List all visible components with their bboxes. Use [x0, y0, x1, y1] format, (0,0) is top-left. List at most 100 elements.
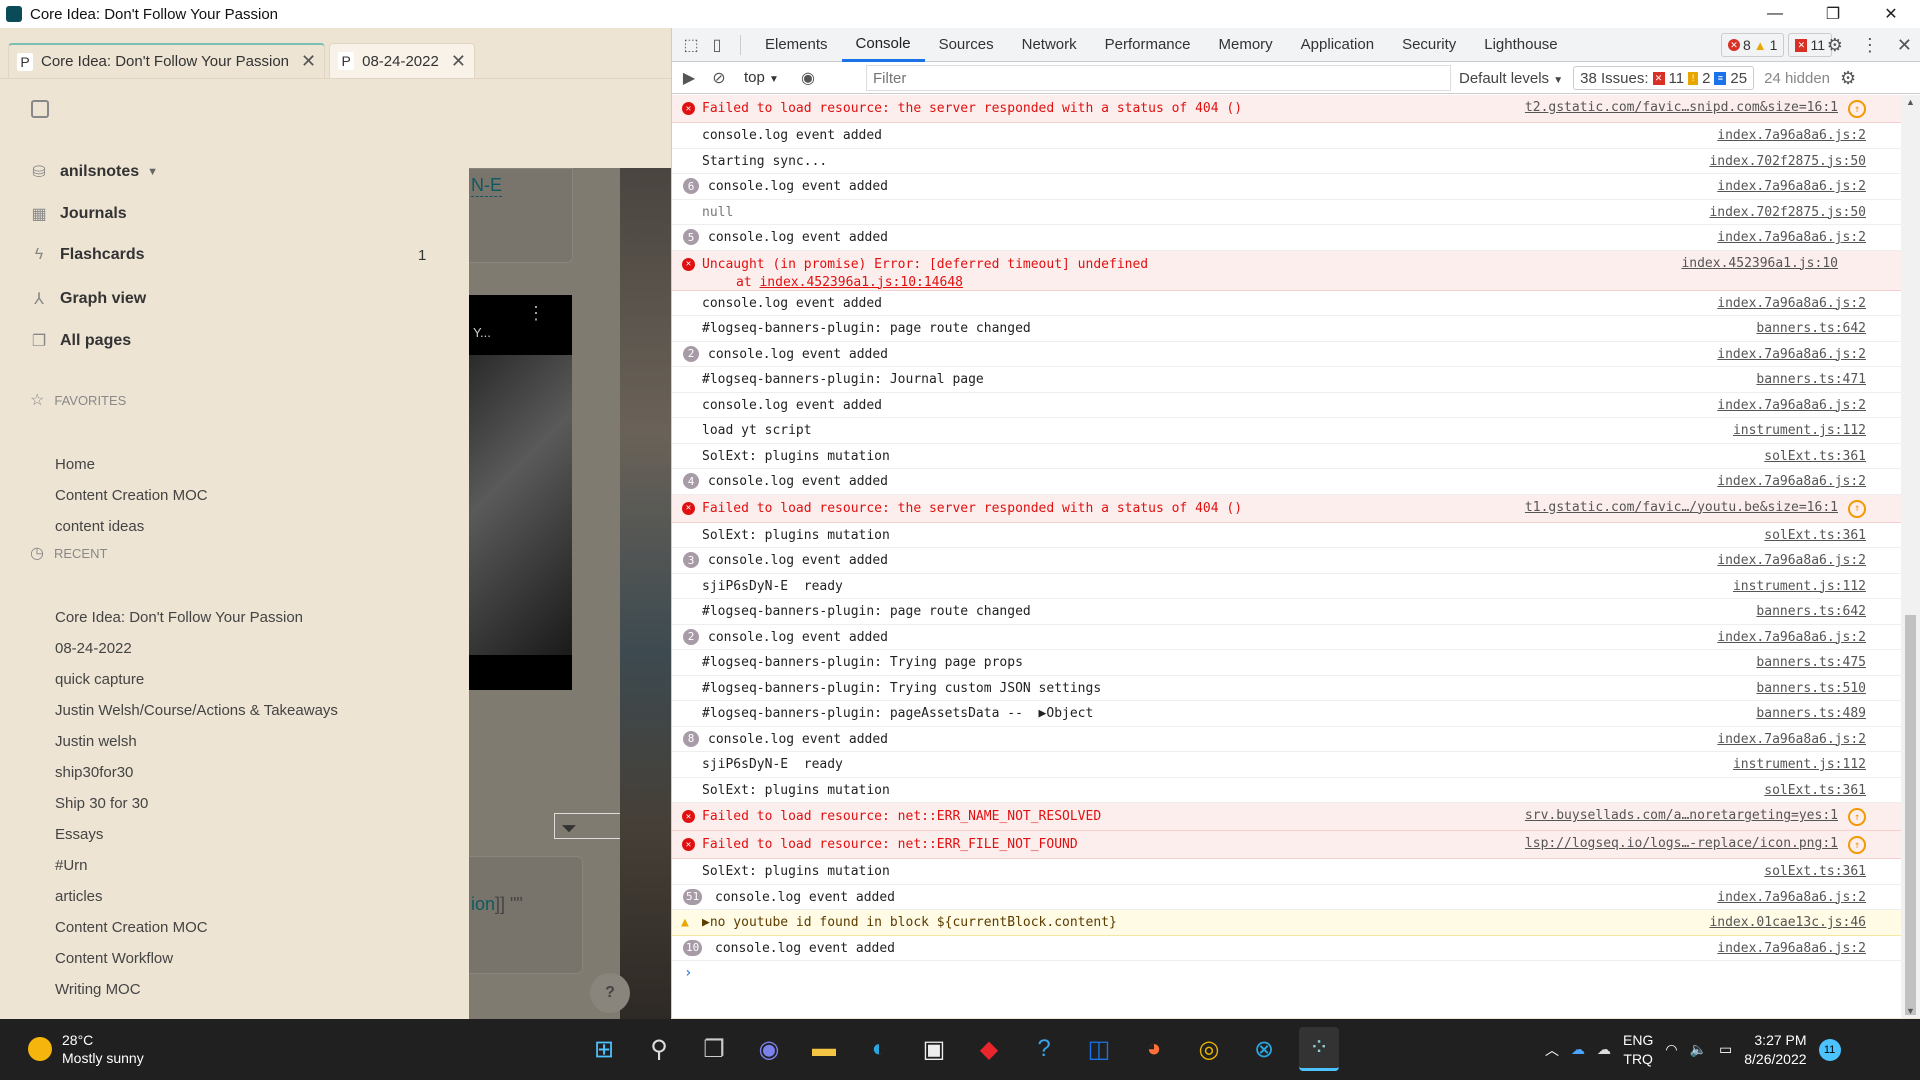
source-link[interactable]: banners.ts:510 [1756, 681, 1866, 696]
help-button[interactable]: ? [590, 973, 630, 1013]
source-link[interactable]: instrument.js:112 [1733, 757, 1866, 772]
scroll-up-icon[interactable]: ▲ [1906, 97, 1915, 107]
source-link[interactable]: solExt.ts:361 [1764, 864, 1866, 879]
source-link[interactable]: index.7a96a8a6.js:2 [1717, 890, 1866, 905]
more-menu-icon[interactable]: ⋮ [1861, 35, 1879, 56]
tab-memory[interactable]: Memory [1205, 28, 1287, 62]
favorite-item[interactable]: content ideas [55, 518, 144, 535]
tab-core-idea[interactable]: P Core Idea: Don't Follow Your Passion ✕ [8, 43, 326, 78]
tab-performance[interactable]: Performance [1091, 28, 1205, 62]
settings-gear-icon[interactable]: ⚙ [1827, 35, 1843, 56]
console-scrollbar[interactable]: ▲ ▼ [1901, 95, 1920, 1018]
device-toolbar-icon[interactable]: ▯ [704, 35, 730, 55]
outlook-icon[interactable]: ◫ [1079, 1027, 1119, 1071]
tab-network[interactable]: Network [1008, 28, 1091, 62]
source-link[interactable]: solExt.ts:361 [1764, 783, 1866, 798]
recent-item[interactable]: quick capture [55, 671, 144, 688]
sidebar-item-all-pages[interactable]: ❐ All pages [30, 331, 131, 351]
tab-sources[interactable]: Sources [925, 28, 1008, 62]
more-options-icon[interactable]: ⋮ [527, 303, 545, 324]
wifi-icon[interactable]: ◠ [1665, 1041, 1677, 1058]
start-icon[interactable]: ⊞ [584, 1027, 624, 1071]
onedrive-icon[interactable]: ☁ [1571, 1041, 1585, 1058]
battery-icon[interactable]: ▭ [1719, 1041, 1732, 1058]
teams-icon[interactable]: ◉ [749, 1027, 789, 1071]
recent-item[interactable]: Justin welsh [55, 733, 137, 750]
close-devtools-icon[interactable]: ✕ [1897, 35, 1912, 56]
source-link[interactable]: index.7a96a8a6.js:2 [1717, 347, 1866, 362]
recent-header[interactable]: ◷ RECENT [30, 543, 107, 563]
file-explorer-icon[interactable]: ▬ [804, 1027, 844, 1071]
favorite-item[interactable]: Content Creation MOC [55, 487, 208, 504]
tab-08-24-2022[interactable]: P 08-24-2022 ✕ [329, 43, 475, 78]
graph-selector[interactable]: ⛁ anilsnotes ▼ [30, 162, 158, 182]
recent-item[interactable]: #Urn [55, 857, 88, 874]
weather-widget[interactable]: 28°C Mostly sunny [28, 1031, 144, 1067]
network-request-icon[interactable]: ↑ [1848, 499, 1866, 518]
source-link[interactable]: index.7a96a8a6.js:2 [1717, 398, 1866, 413]
source-link[interactable]: banners.ts:642 [1756, 321, 1866, 336]
edge-icon[interactable]: ◐ [859, 1027, 899, 1071]
store-icon[interactable]: ▣ [914, 1027, 954, 1071]
source-link[interactable]: index.7a96a8a6.js:2 [1717, 941, 1866, 956]
app-help-icon[interactable]: ? [1024, 1027, 1064, 1071]
source-link[interactable]: lsp://logseq.io/logs…-replace/icon.png:1 [1525, 836, 1838, 851]
source-link[interactable]: index.7a96a8a6.js:2 [1717, 179, 1866, 194]
language-indicator[interactable]: ENG TRQ [1623, 1031, 1653, 1069]
source-link[interactable]: t2.gstatic.com/favic…snipd.com&size=16:1 [1525, 100, 1838, 115]
sidebar-toggle-icon[interactable] [31, 100, 49, 118]
source-link[interactable]: banners.ts:489 [1756, 706, 1866, 721]
favorite-item[interactable]: Home [55, 456, 95, 473]
clock[interactable]: 3:27 PM 8/26/2022 [1744, 1031, 1806, 1069]
chrome-icon[interactable]: ◎ [1189, 1027, 1229, 1071]
recent-item[interactable]: 08-24-2022 [55, 640, 132, 657]
source-link[interactable]: index.01cae13c.js:46 [1709, 915, 1866, 930]
clear-console-icon[interactable]: ⊘ [704, 68, 734, 88]
source-link[interactable]: srv.buysellads.com/a…noretargeting=yes:1 [1525, 808, 1838, 823]
app-blue-icon[interactable]: ⊗ [1244, 1027, 1284, 1071]
source-link[interactable]: index.7a96a8a6.js:2 [1717, 732, 1866, 747]
source-link[interactable]: index.7a96a8a6.js:2 [1717, 296, 1866, 311]
source-link[interactable]: solExt.ts:361 [1764, 528, 1866, 543]
recent-item[interactable]: Core Idea: Don't Follow Your Passion [55, 609, 303, 626]
show-hidden-icons-chevron-icon[interactable]: ︿ [1545, 1040, 1559, 1060]
source-link[interactable]: index.7a96a8a6.js:2 [1717, 630, 1866, 645]
tab-security[interactable]: Security [1388, 28, 1470, 62]
issues-badge[interactable]: ✕ 11 [1788, 33, 1832, 57]
scrollbar-thumb[interactable] [1905, 615, 1916, 1015]
tab-console[interactable]: Console [841, 28, 925, 62]
network-request-icon[interactable]: ↑ [1848, 100, 1866, 118]
source-link[interactable]: index.7a96a8a6.js:2 [1717, 128, 1866, 143]
source-link[interactable]: index.702f2875.js:50 [1709, 154, 1866, 169]
source-link[interactable]: solExt.ts:361 [1764, 449, 1866, 464]
source-link[interactable]: banners.ts:642 [1756, 604, 1866, 619]
source-link[interactable]: t1.gstatic.com/favic…/youtu.be&size=16:1 [1525, 500, 1838, 515]
close-tab-icon[interactable]: ✕ [451, 51, 466, 72]
logseq-icon[interactable]: ⁘ [1299, 1027, 1339, 1071]
task-view-icon[interactable]: ❐ [694, 1027, 734, 1071]
favorites-header[interactable]: ☆ FAVORITES [30, 390, 126, 410]
live-expression-eye-icon[interactable]: ◉ [793, 68, 823, 88]
cloud-icon[interactable]: ☁ [1597, 1041, 1611, 1058]
source-link[interactable]: banners.ts:471 [1756, 372, 1866, 387]
minimize-button[interactable]: — [1746, 0, 1804, 28]
sidebar-toggle-icon[interactable]: ▶ [674, 68, 704, 88]
source-link[interactable]: index.7a96a8a6.js:2 [1717, 553, 1866, 568]
restore-button[interactable]: ❐ [1804, 0, 1862, 28]
tab-lighthouse[interactable]: Lighthouse [1470, 28, 1571, 62]
source-link[interactable]: index.702f2875.js:50 [1709, 205, 1866, 220]
youtube-embed[interactable]: Y... ⋮ [469, 295, 572, 690]
close-window-button[interactable]: ✕ [1862, 0, 1920, 28]
source-link[interactable]: index.452396a1.js:10 [1681, 256, 1838, 271]
app-red-icon[interactable]: ◆ [969, 1027, 1009, 1071]
recent-item[interactable]: Justin Welsh/Course/Actions & Takeaways [55, 702, 338, 719]
filter-input[interactable] [866, 65, 1451, 91]
firefox-icon[interactable]: ◕ [1134, 1027, 1174, 1071]
volume-icon[interactable]: 🔈 [1690, 1041, 1707, 1058]
console-counts-badge[interactable]: ✕ 8 ▲ 1 [1720, 33, 1785, 57]
recent-item[interactable]: Content Workflow [55, 950, 173, 967]
search-icon[interactable]: ⚲ [639, 1027, 679, 1071]
console-settings-icon[interactable]: ⚙ [1840, 68, 1856, 89]
network-request-icon[interactable]: ↑ [1848, 808, 1866, 826]
console-prompt[interactable]: › [672, 961, 1902, 981]
